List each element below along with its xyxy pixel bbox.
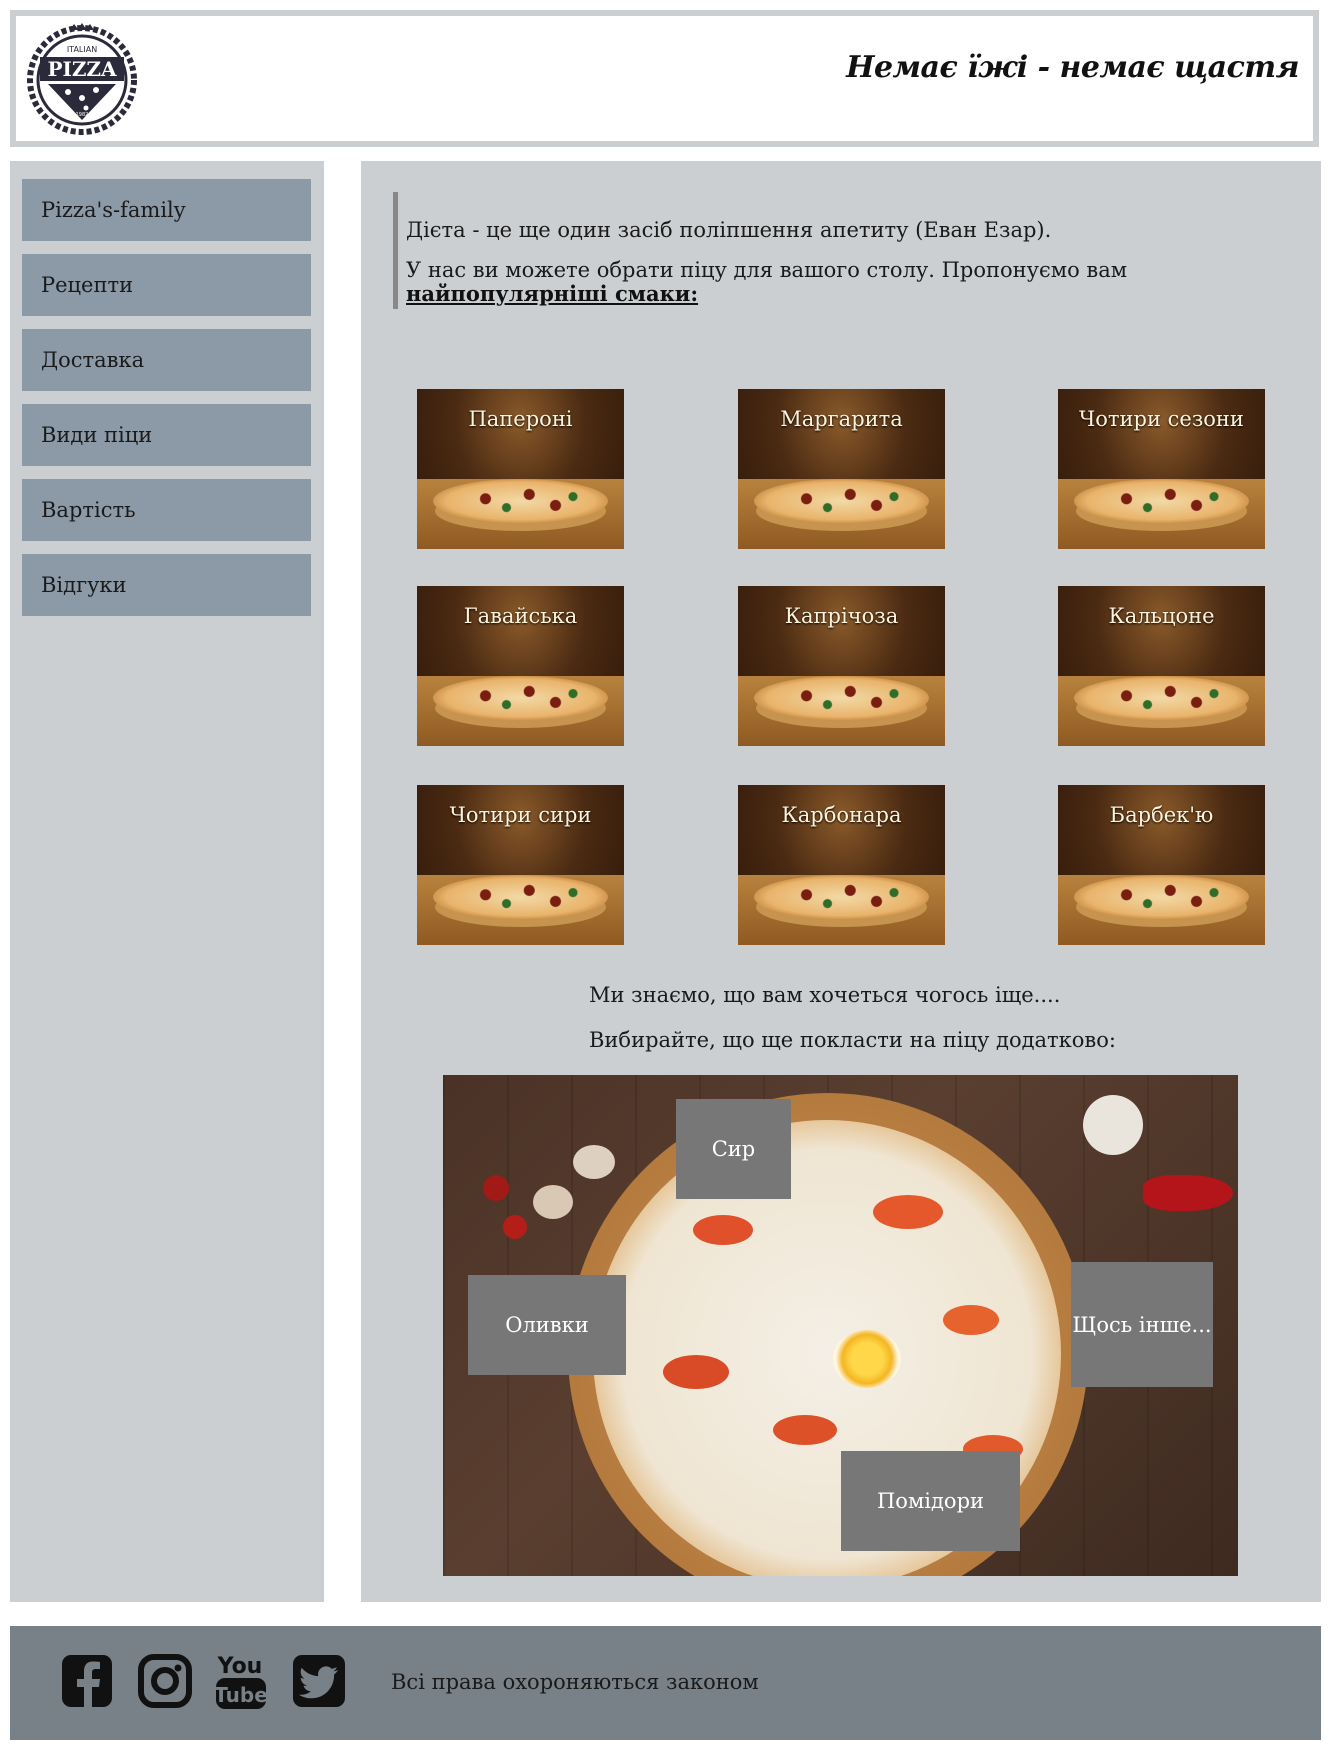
svg-text:1982: 1982	[76, 112, 89, 118]
pizza-card-label: Чотири сири	[449, 803, 592, 827]
pizza-card-label: Кальцоне	[1108, 604, 1215, 628]
slogan: Немає їжі - немає щастя	[846, 50, 1299, 85]
topping-other-button[interactable]: Щось інше...	[1071, 1262, 1213, 1387]
topping-tomatoes-button[interactable]: Помідори	[841, 1451, 1020, 1551]
sidebar-item-price[interactable]: Вартість	[22, 479, 311, 541]
pizza-card-label: Чотири сезони	[1079, 407, 1244, 431]
sidebar: Pizza's-family Рецепти Доставка Види піц…	[10, 161, 324, 1602]
pizza-card-calzone[interactable]: Кальцоне	[1058, 586, 1265, 746]
pizza-card-margherita[interactable]: Маргарита	[738, 389, 945, 549]
pizza-logo[interactable]: ITALIAN PIZZA 1982	[24, 20, 140, 136]
copyright-text: Всі права охороняються законом	[391, 1670, 759, 1694]
topping-olives-button[interactable]: Оливки	[468, 1275, 626, 1375]
youtube-icon[interactable]: You Tube	[214, 1651, 270, 1711]
pizza-card-hawaiian[interactable]: Гавайська	[417, 586, 624, 746]
pizza-card-label: Маргарита	[780, 407, 903, 431]
twitter-icon[interactable]	[291, 1651, 347, 1711]
sidebar-item-delivery[interactable]: Доставка	[22, 329, 311, 391]
pizza-card-label: Барбек'ю	[1109, 803, 1214, 827]
pizza-card-label: Капрічоза	[784, 604, 899, 628]
intro-text: У нас ви можете обрати піцу для вашого с…	[406, 258, 1273, 306]
instagram-icon[interactable]	[137, 1651, 193, 1711]
header: ITALIAN PIZZA 1982 Немає їжі - немає щас…	[10, 10, 1319, 147]
extra-line-2: Вибирайте, що ще покласти на піцу додатк…	[589, 1028, 1116, 1052]
quote-block: Дієта - це ще один засіб поліпшення апет…	[393, 192, 1273, 309]
footer: You Tube Всі права охороняються законом	[10, 1626, 1321, 1740]
svg-text:PIZZA: PIZZA	[47, 57, 117, 81]
quote-text: Дієта - це ще один засіб поліпшення апет…	[406, 218, 1052, 242]
sidebar-item-pizzas-family[interactable]: Pizza's-family	[22, 179, 311, 241]
sidebar-item-pizza-types[interactable]: Види піци	[22, 404, 311, 466]
facebook-icon[interactable]	[60, 1651, 116, 1711]
sidebar-item-recipes[interactable]: Рецепти	[22, 254, 311, 316]
pizza-card-four-seasons[interactable]: Чотири сезони	[1058, 389, 1265, 549]
svg-text:ITALIAN: ITALIAN	[67, 45, 97, 54]
main-content: Дієта - це ще один засіб поліпшення апет…	[361, 161, 1321, 1602]
pizza-card-label: Папероні	[468, 407, 573, 431]
pizza-card-label: Гавайська	[463, 604, 578, 628]
intro-text-label: У нас ви можете обрати піцу для вашого с…	[406, 258, 1128, 282]
sidebar-item-reviews[interactable]: Відгуки	[22, 554, 311, 616]
pizza-card-four-cheese[interactable]: Чотири сири	[417, 785, 624, 945]
svg-text:Tube: Tube	[214, 1683, 268, 1707]
popular-flavors-link[interactable]: найпопулярніші смаки:	[406, 281, 698, 306]
svg-text:You: You	[217, 1654, 263, 1679]
topping-cheese-button[interactable]: Сир	[676, 1099, 791, 1199]
pizza-card-carbonara[interactable]: Карбонара	[738, 785, 945, 945]
pizza-card-pepperoni[interactable]: Папероні	[417, 389, 624, 549]
pizza-card-label: Карбонара	[781, 803, 902, 827]
pizza-card-capricciosa[interactable]: Капрічоза	[738, 586, 945, 746]
pizza-card-barbecue[interactable]: Барбек'ю	[1058, 785, 1265, 945]
extra-line-1: Ми знаємо, що вам хочеться чогось іще...…	[589, 983, 1061, 1007]
